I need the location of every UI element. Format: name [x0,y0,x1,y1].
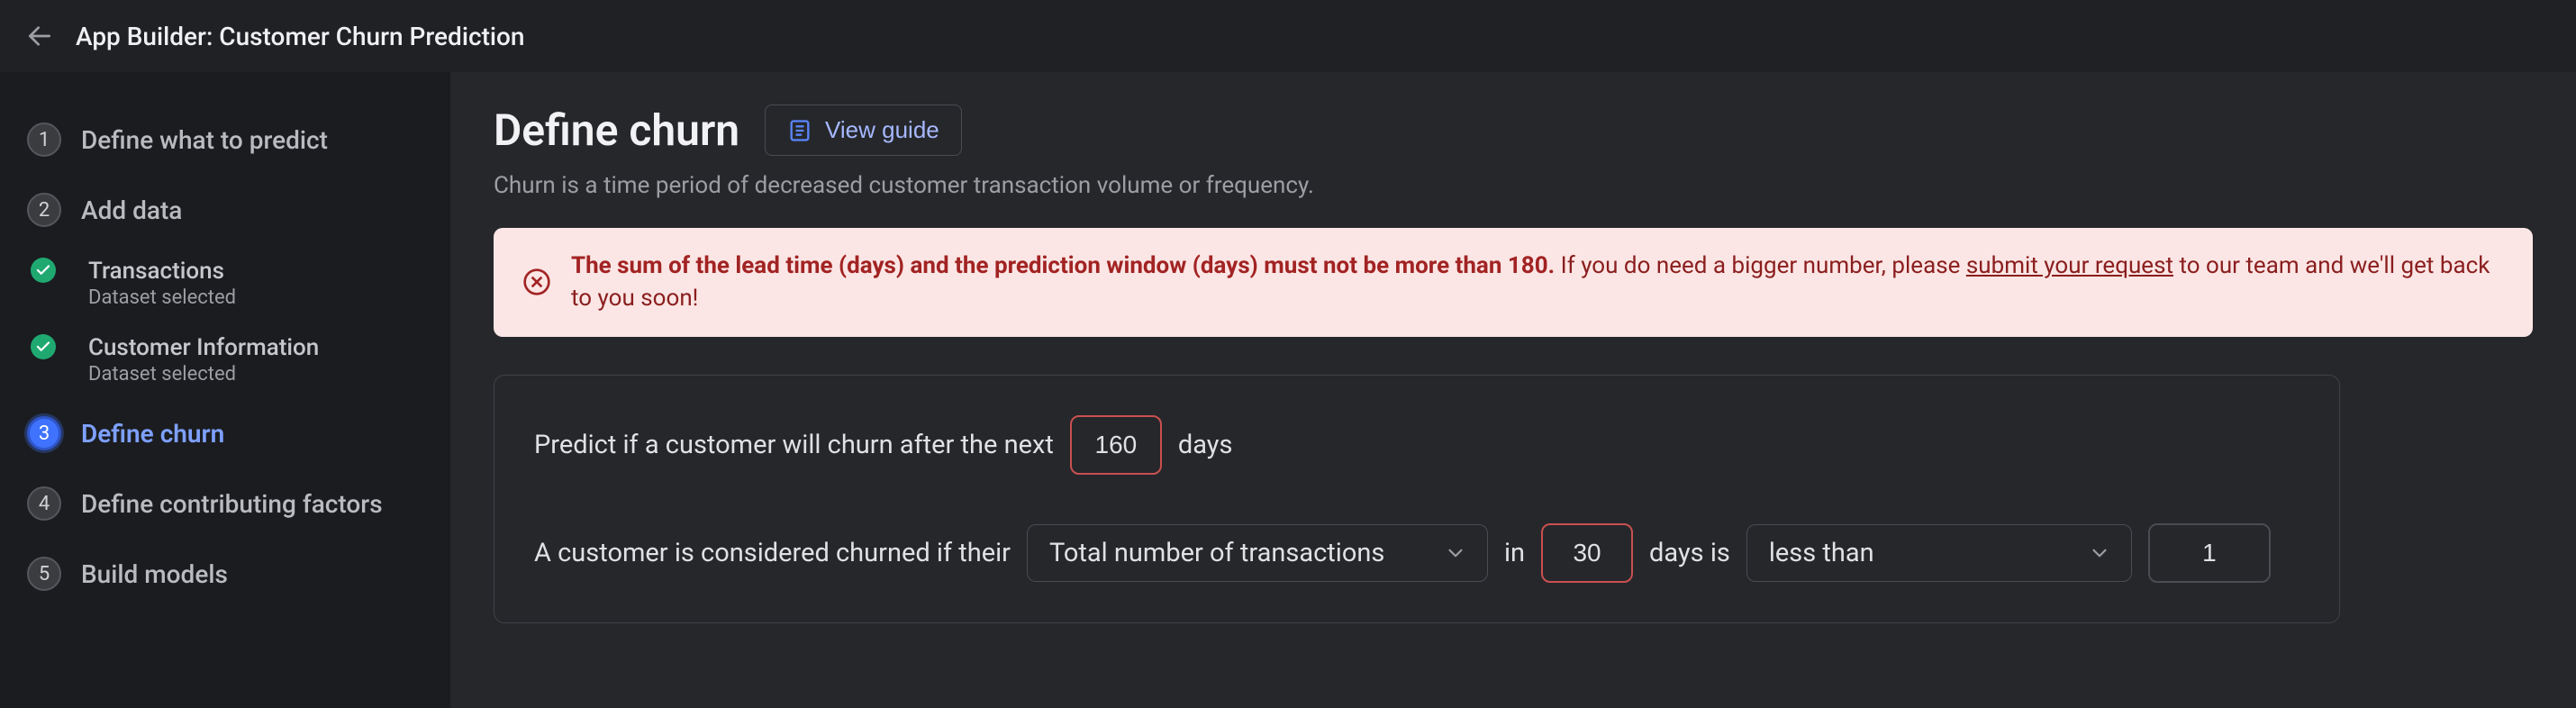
threshold-input[interactable] [2148,523,2271,583]
alert-bold-text: The sum of the lead time (days) and the … [571,252,1555,279]
comparator-select-value: less than [1769,538,1874,568]
lead-time-input[interactable] [1070,415,1162,475]
page-title: Define churn [494,104,739,156]
sidebar-dataset-customer-info[interactable]: Customer Information Dataset selected [0,322,450,398]
step-label: Define what to predict [81,125,328,155]
page-subtitle: Churn is a time period of decreased cust… [494,172,2533,199]
lead-time-row: Predict if a customer will churn after t… [534,415,2299,475]
window-input[interactable] [1541,523,1633,583]
error-icon [522,268,551,296]
row-text: days is [1649,538,1730,568]
step-number-badge: 5 [27,557,61,591]
check-icon [31,258,56,283]
error-alert: The sum of the lead time (days) and the … [494,228,2533,337]
step-label: Define contributing factors [81,489,383,519]
view-guide-label: View guide [825,116,939,144]
step-number-badge: 3 [27,416,61,450]
sidebar: 1 Define what to predict 2 Add data Tran… [0,72,450,708]
back-button[interactable] [25,22,54,50]
dataset-sublabel: Dataset selected [88,286,236,309]
churn-condition-row: A customer is considered churned if thei… [534,523,2299,583]
metric-select-value: Total number of transactions [1049,538,1384,568]
topbar: App Builder: Customer Churn Prediction [0,0,2576,72]
sidebar-step-2[interactable]: 2 Add data [0,175,450,245]
sidebar-step-4[interactable]: 4 Define contributing factors [0,468,450,539]
chevron-down-icon [2088,541,2111,565]
check-icon [31,334,56,359]
step-number-badge: 2 [27,193,61,227]
dataset-sublabel: Dataset selected [88,363,319,386]
chevron-down-icon [1444,541,1467,565]
sidebar-step-1[interactable]: 1 Define what to predict [0,104,450,175]
row-text: Predict if a customer will churn after t… [534,430,1054,460]
guide-icon [787,118,812,143]
step-number-badge: 1 [27,123,61,157]
view-guide-button[interactable]: View guide [765,104,962,156]
row-text: A customer is considered churned if thei… [534,538,1011,568]
row-text: days [1178,430,1233,460]
step-label: Add data [81,195,182,225]
submit-request-link[interactable]: submit your request [1966,252,2173,279]
dataset-label: Customer Information [88,334,319,361]
definition-panel: Predict if a customer will churn after t… [494,375,2340,623]
sidebar-step-3[interactable]: 3 Define churn [0,398,450,468]
step-label: Build models [81,559,228,589]
alert-text: If you do need a bigger number, please [1555,252,1966,279]
step-number-badge: 4 [27,486,61,521]
row-text: in [1504,538,1525,568]
sidebar-step-5[interactable]: 5 Build models [0,539,450,609]
step-label: Define churn [81,419,224,449]
sidebar-dataset-transactions[interactable]: Transactions Dataset selected [0,245,450,322]
main-content: Define churn View guide Churn is a time … [450,72,2576,708]
metric-select[interactable]: Total number of transactions [1027,524,1488,582]
dataset-label: Transactions [88,258,236,285]
app-title: App Builder: Customer Churn Prediction [76,22,525,51]
comparator-select[interactable]: less than [1746,524,2132,582]
